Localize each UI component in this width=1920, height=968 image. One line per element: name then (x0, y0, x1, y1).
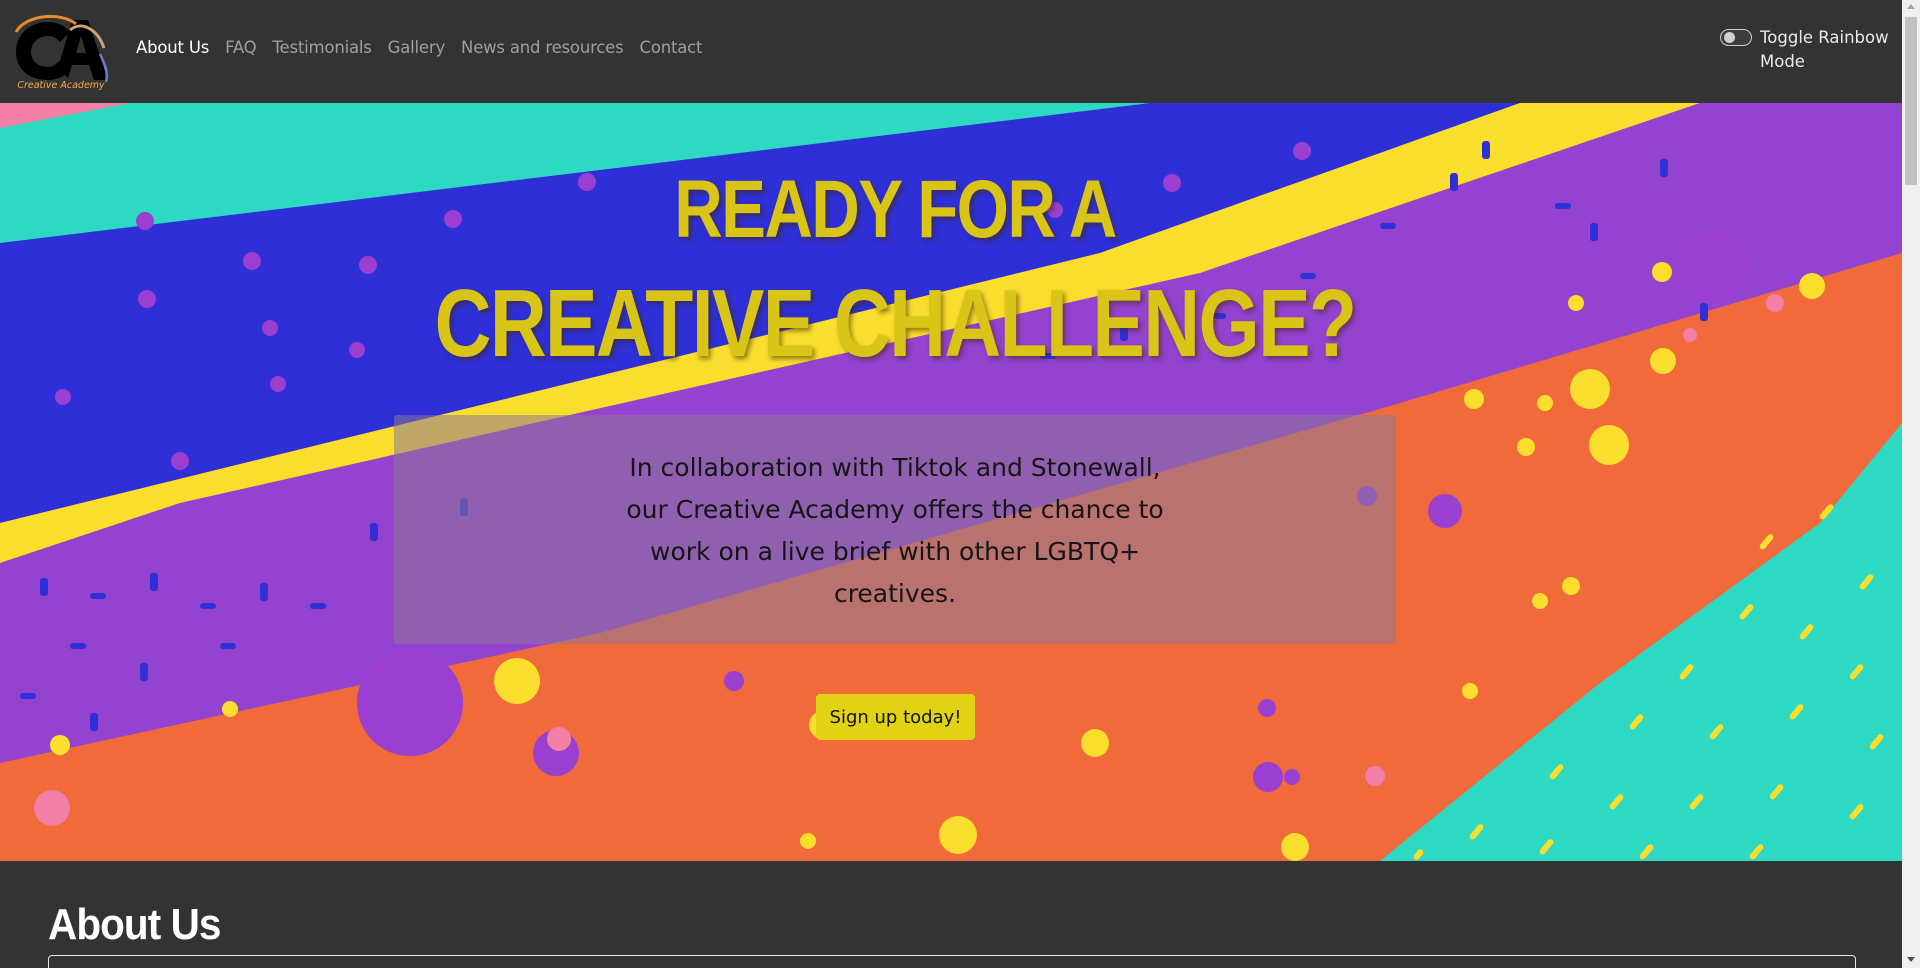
hero-title-line2: CREATIVE CHALLENGE? (434, 270, 1357, 377)
rainbow-mode-label: Toggle Rainbow Mode (1760, 28, 1889, 71)
hero-section: READY FOR A CREATIVE CHALLENGE? In colla… (0, 103, 1902, 861)
rainbow-mode-switch[interactable] (1720, 29, 1752, 46)
hero-description-box: In collaboration with Tiktok and Stonewa… (394, 415, 1396, 644)
hero-title-line1: READY FOR A (674, 164, 1117, 255)
nav-link-faq[interactable]: FAQ (225, 38, 257, 57)
scroll-up-arrow-icon[interactable] (1907, 4, 1915, 9)
page-scrollbar[interactable] (1902, 0, 1920, 968)
scroll-down-arrow-icon[interactable] (1907, 957, 1915, 962)
hero-description: In collaboration with Tiktok and Stonewa… (626, 453, 1164, 608)
main-nav: About Us FAQ Testimonials Gallery News a… (136, 38, 718, 57)
logo-text: Creative Academy (17, 80, 105, 91)
sign-up-button[interactable]: Sign up today! (816, 694, 975, 740)
nav-link-testimonials[interactable]: Testimonials (272, 38, 371, 57)
creative-academy-logo[interactable]: Creative Academy (10, 10, 112, 92)
navbar: Creative Academy About Us FAQ Testimonia… (0, 0, 1902, 103)
toggle-knob (1724, 32, 1735, 43)
nav-link-gallery[interactable]: Gallery (388, 38, 446, 57)
nav-link-about-us[interactable]: About Us (136, 38, 209, 57)
nav-link-contact[interactable]: Contact (640, 38, 703, 57)
about-us-heading: About Us (48, 900, 221, 949)
scrollbar-thumb[interactable] (1905, 17, 1917, 185)
about-us-content-frame (48, 955, 1856, 968)
nav-link-news-and-resources[interactable]: News and resources (461, 38, 624, 57)
